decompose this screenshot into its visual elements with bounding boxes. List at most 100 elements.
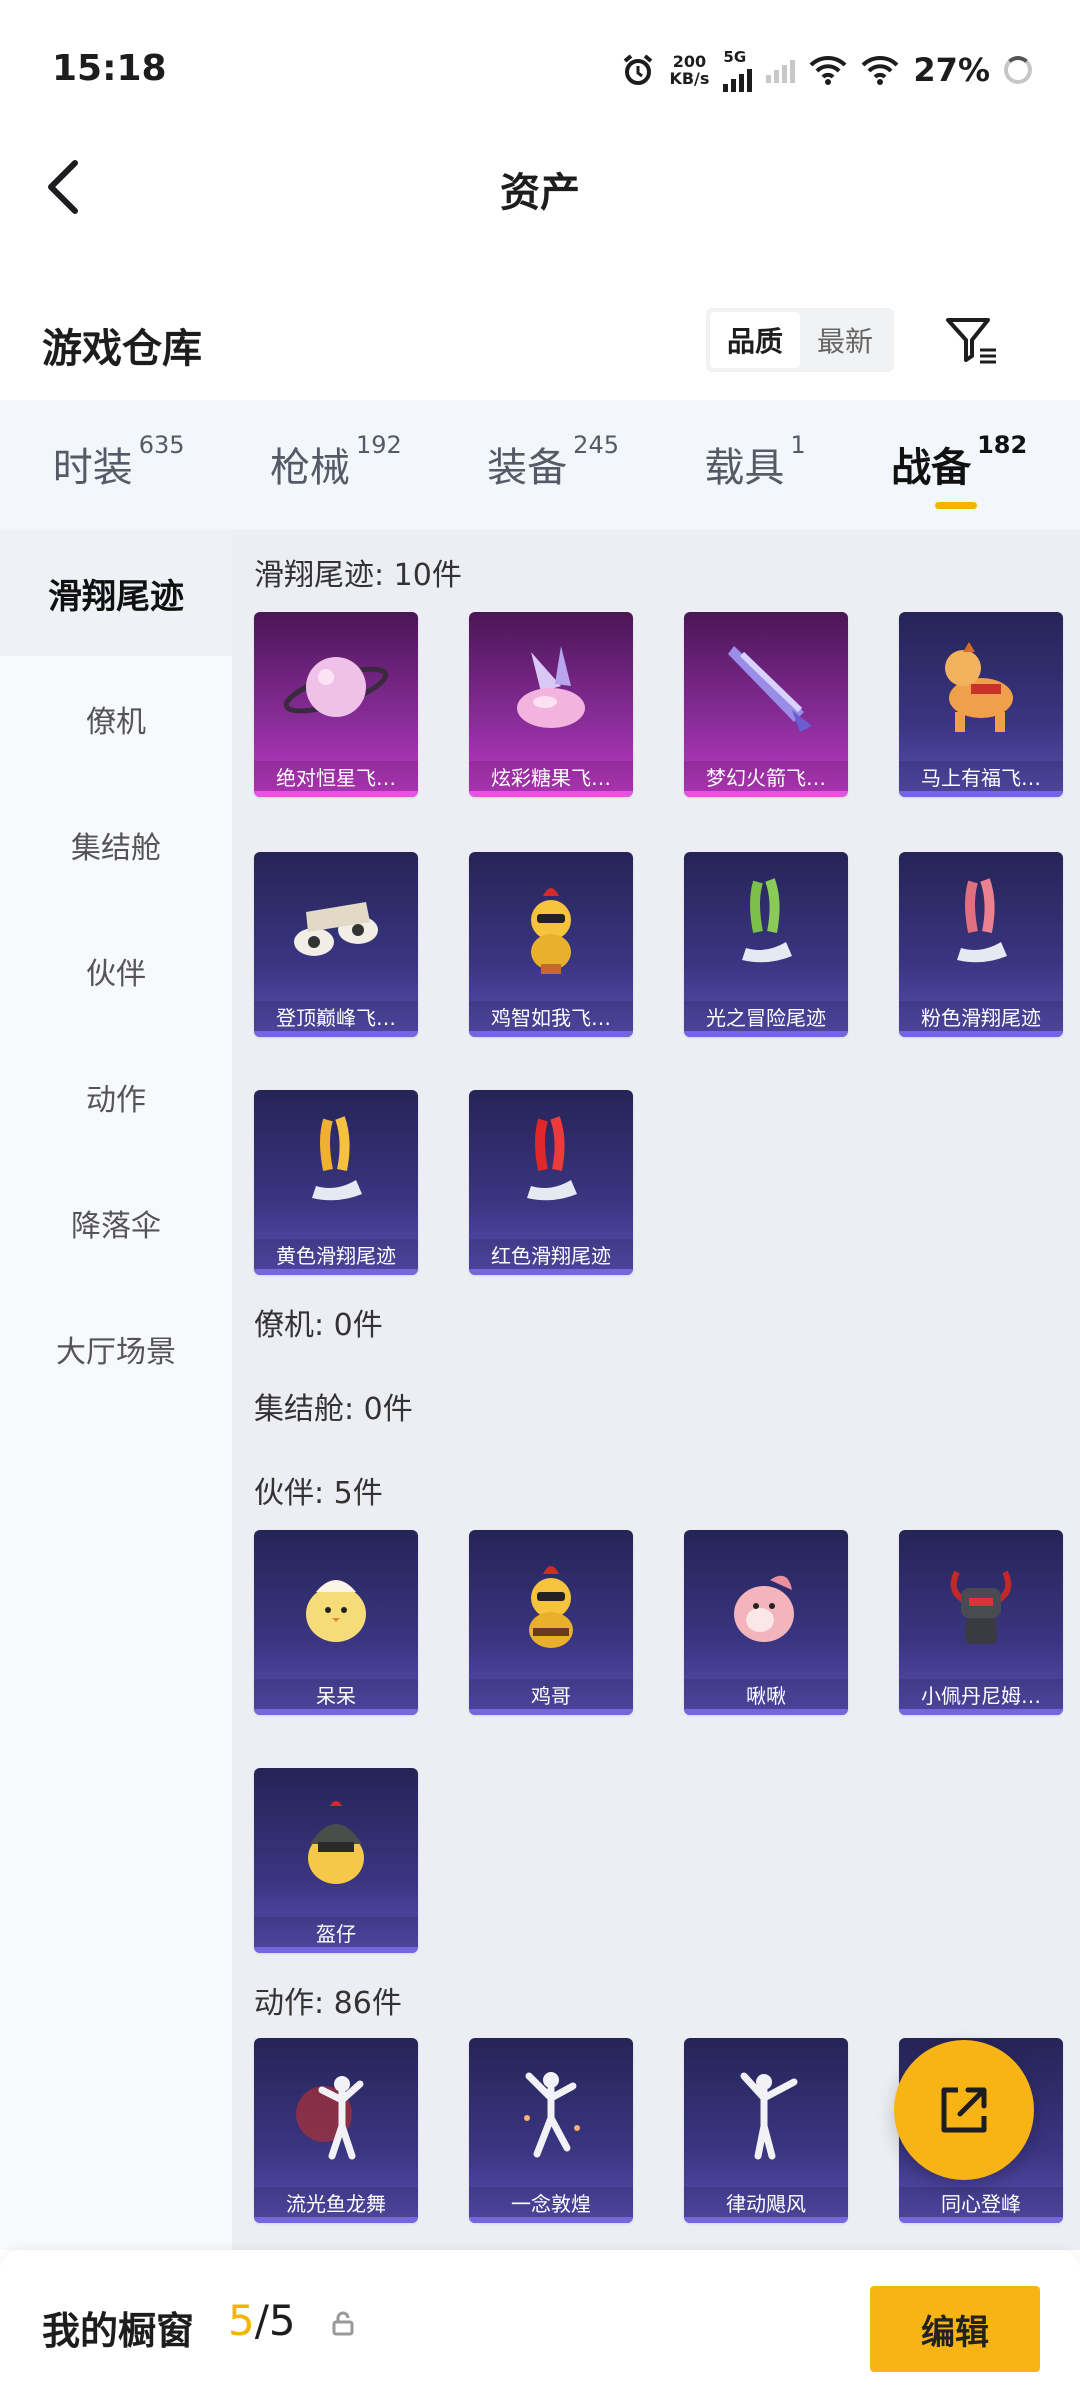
item-label: 鸡智如我飞…	[469, 1001, 633, 1031]
rooster-icon	[469, 1530, 633, 1680]
item-label: 炫彩糖果飞…	[469, 761, 633, 791]
item-label: 同心登峰	[899, 2187, 1063, 2217]
sort-quality-button[interactable]: 品质	[710, 312, 800, 368]
item-card[interactable]: 呆呆	[254, 1530, 418, 1715]
group-title-glide: 滑翔尾迹: 10件	[254, 558, 462, 593]
external-link-icon	[941, 2087, 987, 2133]
status-time: 15:18	[52, 48, 167, 89]
binocular-jet-icon	[254, 852, 418, 1002]
side-item-rally-pod[interactable]: 集结舱	[0, 782, 232, 908]
side-item-lobby-scene[interactable]: 大厅场景	[0, 1286, 232, 1412]
status-bar: 15:18 200 KB/s 5G 27%	[0, 0, 1080, 140]
item-label: 登顶巅峰飞…	[254, 1001, 418, 1031]
item-card[interactable]: 鸡智如我飞…	[469, 852, 633, 1037]
item-card[interactable]: 一念敦煌	[469, 2038, 633, 2223]
tab-guns[interactable]: 枪械 192	[270, 431, 402, 495]
group-title-partner: 伙伴: 5件	[254, 1476, 383, 1511]
status-icons: 200 KB/s 5G 27%	[621, 48, 1032, 92]
side-nav: 滑翔尾迹 僚机 集结舱 伙伴 动作 降落伞 大厅场景	[0, 530, 232, 2250]
planet-icon	[254, 612, 418, 762]
item-label: 啾啾	[684, 1679, 848, 1709]
tab-vehicles[interactable]: 载具 1	[704, 431, 805, 495]
item-card[interactable]: 登顶巅峰飞…	[254, 852, 418, 1037]
alarm-icon	[624, 54, 653, 85]
group-title-emote: 动作: 86件	[254, 1986, 402, 2021]
item-card[interactable]: 啾啾	[684, 1530, 848, 1715]
item-card[interactable]: 梦幻火箭飞…	[684, 612, 848, 797]
item-label: 流光鱼龙舞	[254, 2187, 418, 2217]
dancer-icon	[684, 2038, 848, 2188]
item-label: 律动飓风	[684, 2187, 848, 2217]
red-trail-icon	[469, 1090, 633, 1240]
battery-icon	[1004, 56, 1032, 84]
rocket-icon	[684, 612, 848, 762]
pink-bird-icon	[684, 1530, 848, 1680]
group-title-rally-pod: 集结舱: 0件	[254, 1392, 413, 1427]
showcase-label: 我的橱窗	[42, 2309, 195, 2353]
share-button[interactable]	[894, 2040, 1034, 2180]
item-card[interactable]: 炫彩糖果飞…	[469, 612, 633, 797]
pink-trail-icon	[899, 852, 1063, 1002]
filter-icon	[946, 318, 996, 364]
green-trail-icon	[684, 852, 848, 1002]
sort-latest-button[interactable]: 最新	[800, 312, 890, 368]
chick-icon	[254, 1530, 418, 1680]
item-card[interactable]: 黄色滑翔尾迹	[254, 1090, 418, 1275]
item-card[interactable]: 绝对恒星飞…	[254, 612, 418, 797]
tab-battle-prep[interactable]: 战备 182	[891, 431, 1027, 509]
helmet-chick-icon	[254, 1768, 418, 1918]
item-label: 梦幻火箭飞…	[684, 761, 848, 791]
side-item-parachute[interactable]: 降落伞	[0, 1160, 232, 1286]
chicken-icon	[469, 852, 633, 1002]
item-label: 小佩丹尼姆…	[899, 1679, 1063, 1709]
item-card[interactable]: 流光鱼龙舞	[254, 2038, 418, 2223]
yellow-trail-icon	[254, 1090, 418, 1240]
side-item-partner[interactable]: 伙伴	[0, 908, 232, 1034]
wifi-secondary-icon	[861, 55, 899, 85]
item-label: 粉色滑翔尾迹	[899, 1001, 1063, 1031]
warehouse-title: 游戏仓库	[42, 326, 202, 372]
side-item-glide-trail[interactable]: 滑翔尾迹	[0, 530, 232, 656]
category-tabs: 时装 635 枪械 192 装备 245 载具 1 战备 182	[0, 400, 1080, 530]
item-label: 光之冒险尾迹	[684, 1001, 848, 1031]
signal-icon	[723, 66, 753, 92]
tab-gear[interactable]: 装备 245	[487, 431, 619, 495]
showcase-count: 5/5	[228, 2296, 296, 2345]
sort-toggle: 品质 最新	[706, 308, 894, 372]
robot-icon	[899, 1530, 1063, 1680]
dancer-icon	[469, 2038, 633, 2188]
item-label: 一念敦煌	[469, 2187, 633, 2217]
app-header: 资产	[0, 140, 1080, 230]
item-label: 马上有福飞…	[899, 761, 1063, 791]
wifi-icon	[809, 55, 847, 85]
active-tab-indicator	[935, 502, 978, 509]
item-label: 红色滑翔尾迹	[469, 1239, 633, 1269]
item-label: 绝对恒星飞…	[254, 761, 418, 791]
network-rate: 200 KB/s	[669, 52, 710, 88]
candy-icon	[469, 612, 633, 762]
network-type: 5G	[723, 48, 747, 66]
item-card[interactable]: 红色滑翔尾迹	[469, 1090, 633, 1275]
item-card[interactable]: 粉色滑翔尾迹	[899, 852, 1063, 1037]
filter-button[interactable]	[942, 310, 1002, 370]
item-card[interactable]: 律动飓风	[684, 2038, 848, 2223]
item-card[interactable]: 光之冒险尾迹	[684, 852, 848, 1037]
item-label: 盔仔	[254, 1917, 418, 1947]
item-card[interactable]: 鸡哥	[469, 1530, 633, 1715]
group-title-wingman: 僚机: 0件	[254, 1308, 383, 1343]
page-title: 资产	[500, 170, 580, 216]
lock-icon	[332, 2311, 354, 2336]
warehouse-header: 游戏仓库 品质 最新	[0, 290, 1080, 390]
side-item-emote[interactable]: 动作	[0, 1034, 232, 1160]
item-label: 呆呆	[254, 1679, 418, 1709]
item-card[interactable]: 小佩丹尼姆…	[899, 1530, 1063, 1715]
horse-icon	[899, 612, 1063, 762]
signal-secondary-icon	[766, 57, 796, 83]
side-item-wingman[interactable]: 僚机	[0, 656, 232, 782]
tab-fashion[interactable]: 时装 635	[53, 431, 185, 495]
edit-button[interactable]: 编辑	[870, 2286, 1040, 2372]
item-card[interactable]: 马上有福飞…	[899, 612, 1063, 797]
battery-level: 27%	[913, 51, 990, 89]
item-label: 鸡哥	[469, 1679, 633, 1709]
item-card[interactable]: 盔仔	[254, 1768, 418, 1953]
